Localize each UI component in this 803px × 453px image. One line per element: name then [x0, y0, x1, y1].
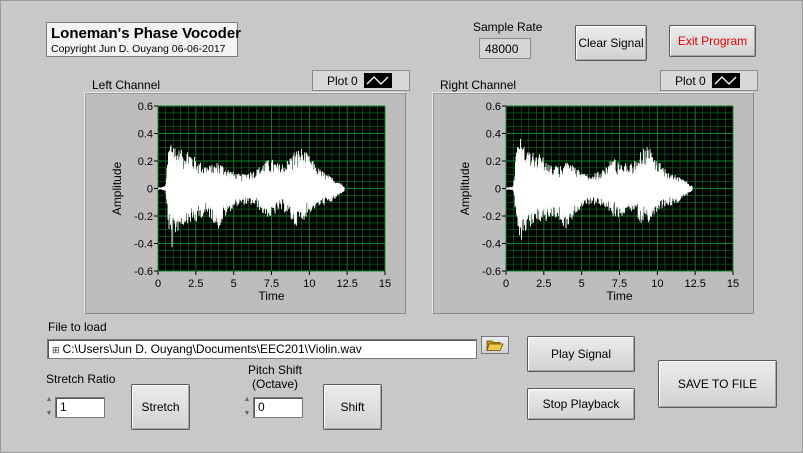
- x-tick-label: 5: [579, 278, 585, 290]
- pitch-shift-label: Pitch Shift (Octave): [247, 363, 303, 391]
- x-tick-label: 15: [727, 278, 739, 290]
- stretch-ratio-label: Stretch Ratio: [46, 372, 116, 386]
- left-graph-panel: 0.6 0.4 0.2 0 -0.2 -0.4 -0.6 0 2.5 5 7.5 10 12.5 15 Ti…: [84, 92, 406, 314]
- stop-playback-button[interactable]: Stop Playback: [527, 388, 635, 420]
- browse-folder-button[interactable]: [481, 336, 509, 354]
- stretch-button[interactable]: Stretch: [131, 384, 190, 430]
- y-tick-label: 0.2: [138, 156, 153, 168]
- right-channel-graph[interactable]: 0.60.40.20-0.2-0.4-0.60 2.5 5 7.5 10 12.5 15Ti…: [433, 93, 753, 313]
- increment-arrow-icon[interactable]: ▲: [244, 395, 251, 405]
- y-tick-label: -0.4: [134, 239, 153, 251]
- path-type-icon: ⊞: [52, 345, 60, 355]
- pitch-shift-label-line2: (Octave): [251, 377, 298, 391]
- x-tick-label: 2.5: [536, 278, 551, 290]
- pitch-shift-label-line1: Pitch Shift: [247, 363, 303, 377]
- x-tick-label: 10: [651, 278, 663, 290]
- file-path-value: C:\Users\Jun D. Ouyang\Documents\EEC201\…: [62, 342, 362, 356]
- x-axis-label: Time: [606, 289, 633, 303]
- file-path-input[interactable]: ⊞ C:\Users\Jun D. Ouyang\Documents\EEC201…: [47, 339, 477, 359]
- app-title-box: Loneman's Phase Vocoder Copyright Jun D.…: [46, 22, 242, 57]
- pitch-shift-input[interactable]: 0: [253, 397, 303, 418]
- save-to-file-button[interactable]: SAVE TO FILE: [658, 360, 777, 408]
- y-tick-label: 0.2: [486, 156, 501, 168]
- play-signal-button[interactable]: Play Signal: [527, 336, 635, 372]
- pitch-shift-spinner[interactable]: ▲ ▼: [242, 395, 252, 419]
- x-tick-label: 10: [303, 278, 315, 290]
- line-style-icon: [363, 73, 392, 88]
- right-plot-legend[interactable]: Plot 0: [660, 70, 758, 91]
- right-plot-legend-label: Plot 0: [675, 73, 706, 88]
- file-to-load-label: File to load: [48, 320, 107, 334]
- increment-arrow-icon[interactable]: ▲: [46, 395, 53, 405]
- x-tick-label: 12.5: [684, 278, 705, 290]
- y-tick-label: -0.4: [482, 239, 501, 251]
- y-axis-label: Amplitude: [458, 162, 472, 216]
- y-tick-label: -0.6: [134, 266, 153, 278]
- x-tick-label: 15: [379, 278, 391, 290]
- y-tick-label: -0.2: [134, 211, 153, 223]
- y-tick-label: 0.6: [138, 101, 153, 113]
- y-tick-label: -0.2: [482, 211, 501, 223]
- sample-rate-indicator: 48000: [479, 38, 531, 59]
- left-channel-label: Left Channel: [92, 78, 161, 92]
- left-plot-legend-label: Plot 0: [327, 73, 358, 88]
- line-style-icon: [711, 73, 740, 88]
- shift-button[interactable]: Shift: [323, 384, 382, 430]
- x-tick-label: 5: [231, 278, 237, 290]
- y-tick-label: 0.6: [486, 101, 501, 113]
- x-tick-label: 0: [503, 278, 509, 290]
- right-graph-panel: 0.6 0.4 0.2 0 -0.2 -0.4 -0.6 0 2.5 5 7.5 10 12.5 15 Ti…: [432, 92, 754, 314]
- sample-rate-label: Sample Rate: [473, 20, 543, 34]
- y-tick-label: 0: [147, 184, 153, 196]
- x-tick-label: 2.5: [188, 278, 203, 290]
- x-tick-label: 0: [155, 278, 161, 290]
- decrement-arrow-icon[interactable]: ▼: [244, 409, 251, 419]
- y-tick-label: -0.6: [482, 266, 501, 278]
- y-tick-label: 0.4: [138, 129, 153, 141]
- app-title: Loneman's Phase Vocoder: [51, 25, 242, 42]
- y-axis-label: Amplitude: [110, 162, 124, 216]
- exit-program-button[interactable]: Exit Program: [669, 25, 756, 57]
- stretch-ratio-spinner[interactable]: ▲ ▼: [44, 395, 54, 419]
- decrement-arrow-icon[interactable]: ▼: [46, 409, 53, 419]
- folder-open-icon: [486, 340, 504, 351]
- clear-signal-button[interactable]: Clear Signal: [575, 25, 647, 61]
- x-tick-label: 12.5: [336, 278, 357, 290]
- y-tick-label: 0: [495, 184, 501, 196]
- y-tick-label: 0.4: [486, 129, 501, 141]
- stretch-ratio-input[interactable]: 1: [55, 397, 105, 418]
- left-plot-legend[interactable]: Plot 0: [312, 70, 410, 91]
- copyright-text: Copyright Jun D. Ouyang 06-06-2017: [51, 43, 226, 55]
- left-channel-graph[interactable]: 0.60.40.20-0.2-0.4-0.60 2.5 5 7.5 10 12.5 15Ti…: [85, 93, 405, 313]
- x-axis-label: Time: [258, 289, 285, 303]
- right-channel-label: Right Channel: [440, 78, 517, 92]
